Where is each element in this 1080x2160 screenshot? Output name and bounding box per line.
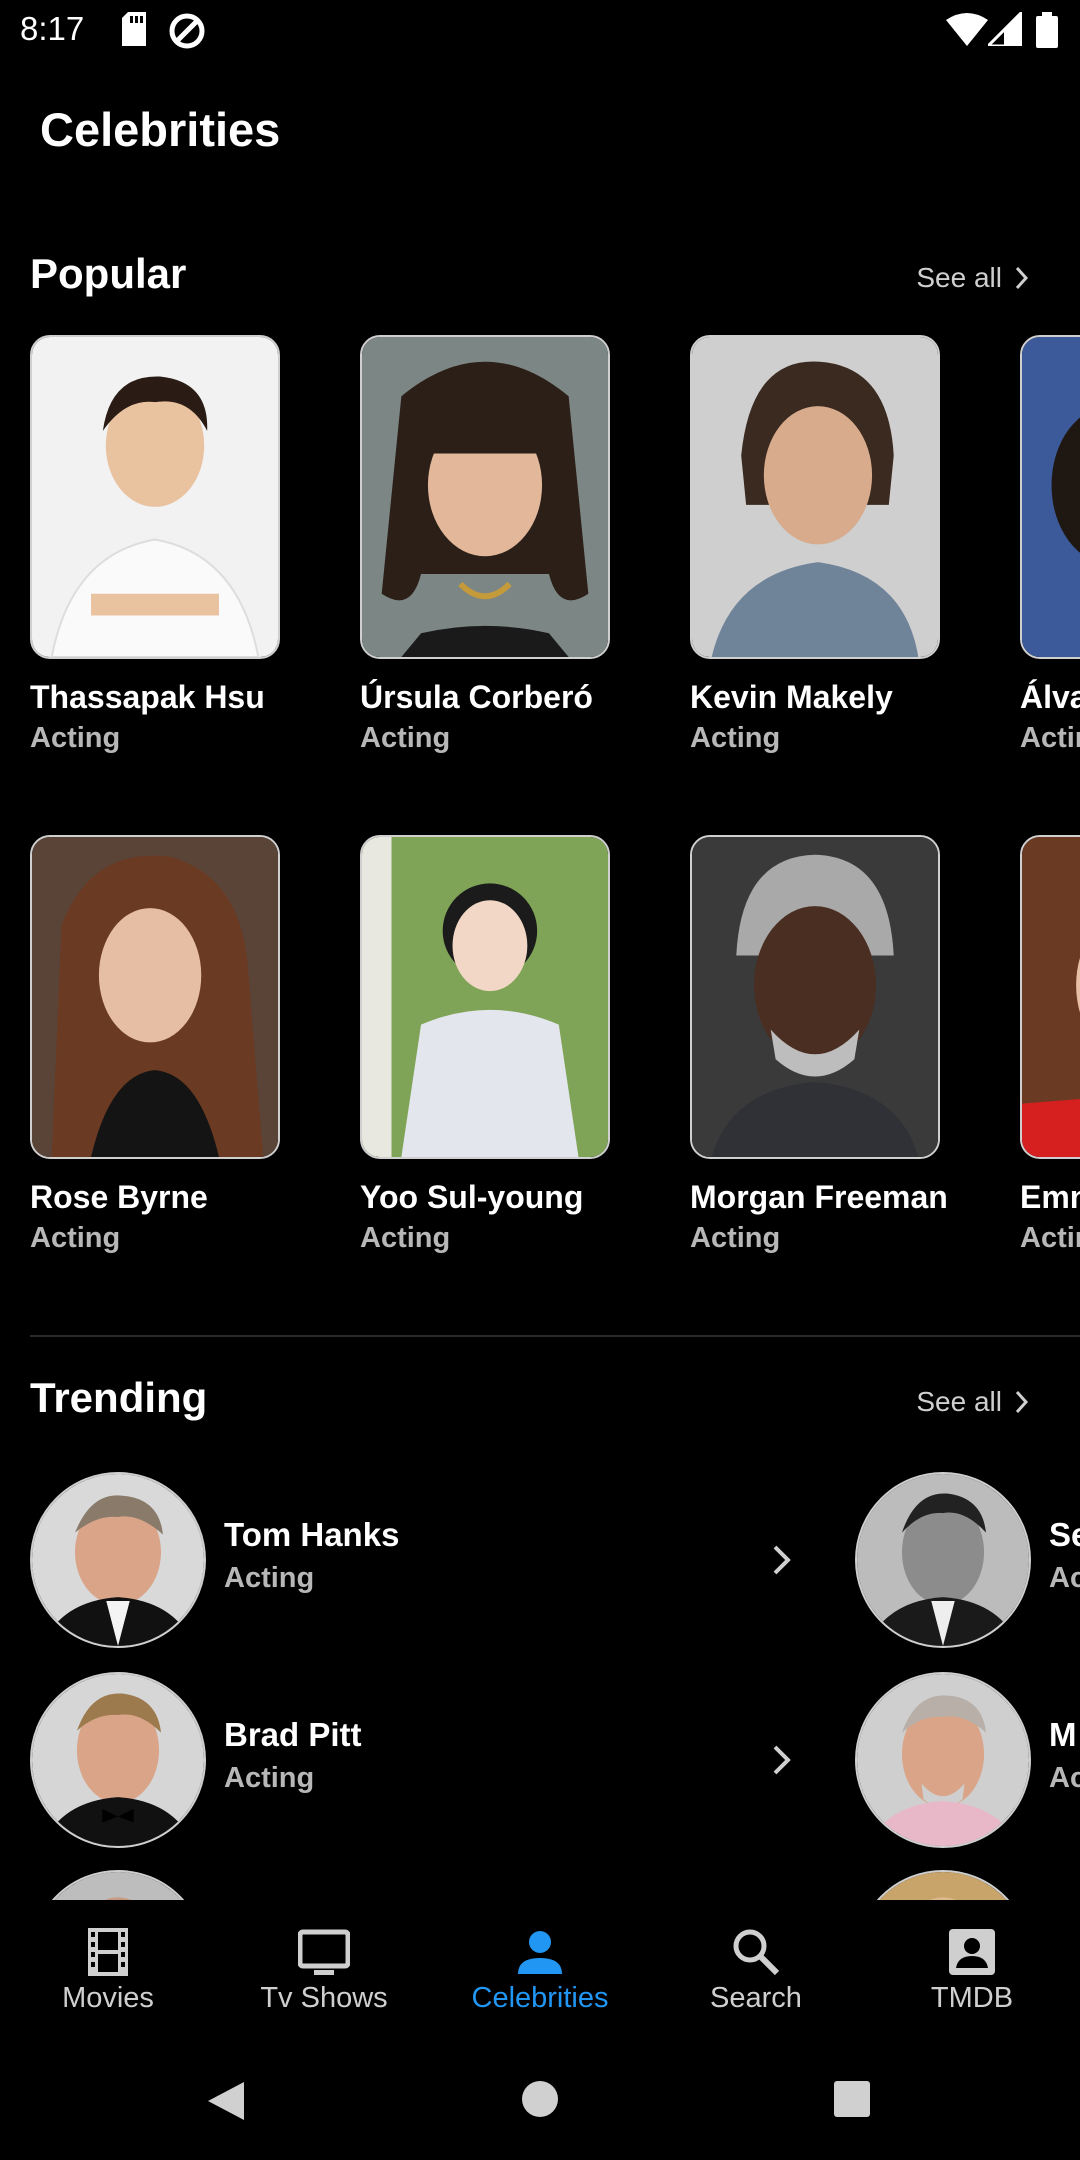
nav-label: TMDB <box>930 1982 1014 2014</box>
celebrity-photo <box>690 835 940 1159</box>
nav-label: Tv Shows <box>260 1982 388 2014</box>
celebrity-name: Yoo Sul-young <box>360 1179 584 1215</box>
celebrity-role: Acting <box>360 1222 451 1254</box>
nav-label: Movies <box>62 1982 154 2014</box>
celebrity-role: Acting <box>690 722 781 754</box>
nav-item-search[interactable]: Search <box>648 1926 864 2015</box>
chevron-right-icon <box>773 1545 791 1575</box>
nav-label: Search <box>710 1982 802 2014</box>
person-icon <box>518 1931 562 1974</box>
nav-item-movies[interactable]: Movies <box>0 1926 216 2015</box>
celebrity-card[interactable]: Úrsula Corberó Acting <box>360 335 610 755</box>
celebrity-name: Se <box>1049 1516 1080 1553</box>
data-saver-icon <box>169 13 205 49</box>
celebrity-name: Úrsula Corberó <box>360 679 593 715</box>
recents-icon[interactable] <box>833 2080 871 2118</box>
celebrity-card[interactable]: Morgan Freeman Acting <box>690 835 948 1255</box>
celebrity-card[interactable]: Rose Byrne Acting <box>30 835 280 1255</box>
film-icon <box>88 1928 128 1976</box>
celebrity-role: Acting <box>30 1222 121 1254</box>
celebrity-name: M <box>1049 1716 1077 1753</box>
back-icon[interactable] <box>206 2080 246 2122</box>
chevron-right-icon <box>773 1745 791 1775</box>
celebrity-role: Acting <box>224 1762 315 1794</box>
celebrity-card[interactable]: Emn Actir <box>1020 835 1080 1255</box>
bottom-navigation: Movies Tv Shows Celebrities Search TMDB <box>0 1900 1080 2050</box>
status-bar: 8:17 <box>0 0 1080 60</box>
celebrity-photo <box>360 835 610 1159</box>
celebrity-photo <box>360 335 610 659</box>
sd-card-icon <box>122 12 146 46</box>
popular-section-title: Popular <box>30 250 187 297</box>
popular-row-2: Rose Byrne Acting Yoo Sul-young Acting M… <box>0 835 1080 1265</box>
celebrity-role: Ac <box>1049 1562 1080 1594</box>
trending-list: Tom Hanks Acting Brad Pitt Acting S Ac M… <box>0 1460 1080 1900</box>
celebrity-photo <box>30 835 280 1159</box>
celebrity-card[interactable]: Kevin Makely Acting <box>690 335 940 755</box>
wifi-icon <box>946 13 988 46</box>
nav-item-celebrities[interactable]: Celebrities <box>432 1926 648 2015</box>
celebrity-role: Acting <box>30 722 121 754</box>
trending-section-title: Trending <box>30 1374 208 1421</box>
celebrity-avatar <box>855 1672 1031 1848</box>
celebrity-avatar[interactable] <box>30 1870 206 1900</box>
system-navigation-bar <box>0 2050 1080 2160</box>
celebrity-photo <box>30 335 280 659</box>
celebrity-name: Tom Hanks <box>224 1516 400 1553</box>
celebrity-name: Brad Pitt <box>224 1716 362 1753</box>
popular-row-1: Thassapak Hsu Acting Úrsula Corberó Acti… <box>0 335 1080 765</box>
celebrity-name: Morgan Freeman <box>690 1179 948 1215</box>
trending-item[interactable]: M Ac <box>855 1672 1080 1848</box>
status-time: 8:17 <box>20 10 85 47</box>
celebrity-card[interactable]: Álva Actir <box>1020 335 1080 755</box>
chevron-right-icon <box>1015 266 1029 290</box>
tv-icon <box>298 1929 350 1975</box>
trending-see-all-button[interactable]: See all <box>916 1386 1030 1418</box>
home-icon[interactable] <box>521 2080 559 2118</box>
popular-see-all-button[interactable]: See all <box>916 262 1030 294</box>
celebrity-name: Kevin Makely <box>690 679 893 715</box>
celebrity-avatar <box>855 1472 1031 1648</box>
trending-item[interactable]: Se Ac <box>855 1472 1080 1648</box>
celebrity-name: Álva <box>1020 679 1080 715</box>
celebrity-card[interactable]: Yoo Sul-young Acting <box>360 835 610 1255</box>
celebrity-role: Actir <box>1020 722 1080 754</box>
celebrity-avatar <box>30 1672 206 1848</box>
nav-item-tmdb[interactable]: TMDB <box>864 1926 1080 2015</box>
celebrity-photo <box>690 335 940 659</box>
trending-item[interactable]: Tom Hanks Acting <box>30 1472 830 1648</box>
celebrity-name: Rose Byrne <box>30 1179 208 1215</box>
see-all-label: See all <box>916 262 1002 293</box>
battery-icon <box>1036 12 1058 48</box>
account-box-icon <box>949 1929 995 1975</box>
celebrity-card[interactable]: Thassapak Hsu Acting <box>30 335 280 755</box>
nav-item-tv-shows[interactable]: Tv Shows <box>216 1926 432 2015</box>
chevron-right-icon <box>1015 1390 1029 1414</box>
search-icon <box>733 1929 780 1976</box>
page-title: Celebrities <box>40 103 281 156</box>
nav-label: Celebrities <box>471 1982 609 2014</box>
see-all-label: See all <box>916 1386 1002 1417</box>
signal-icon <box>988 12 1022 46</box>
celebrity-photo <box>1020 835 1080 1159</box>
celebrity-avatar <box>30 1472 206 1648</box>
celebrity-name: Emn <box>1020 1179 1080 1215</box>
celebrity-role: Acting <box>690 1222 781 1254</box>
celebrity-name: Thassapak Hsu <box>30 679 265 715</box>
celebrity-role: Acting <box>360 722 451 754</box>
trending-item[interactable]: Brad Pitt Acting <box>30 1672 830 1848</box>
celebrity-photo <box>1020 335 1080 659</box>
celebrity-avatar[interactable] <box>855 1870 1031 1900</box>
celebrity-role: Acting <box>224 1562 315 1594</box>
section-divider <box>30 1335 1080 1337</box>
celebrity-role: Actir <box>1020 1222 1080 1254</box>
celebrity-role: Ac <box>1049 1762 1080 1794</box>
